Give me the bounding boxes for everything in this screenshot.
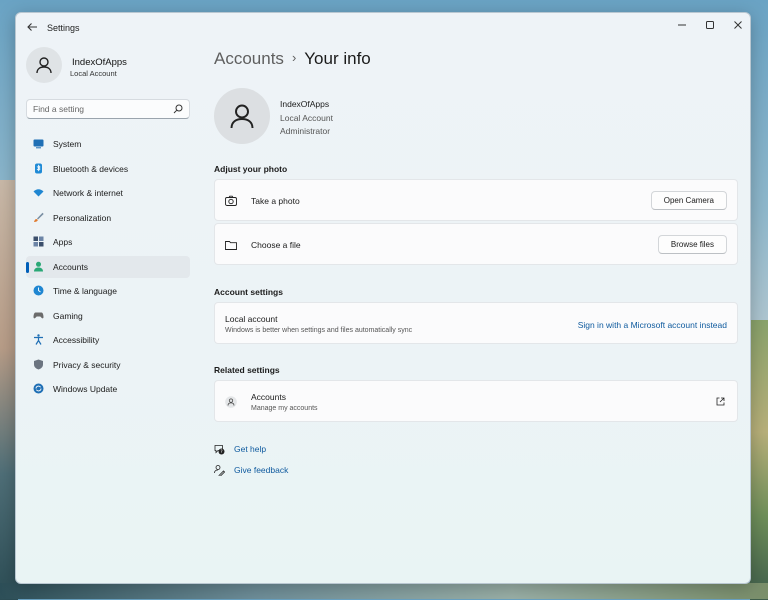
user-role: Administrator	[280, 126, 331, 136]
open-external-icon[interactable]	[716, 397, 725, 406]
sidebar-item-privacy-security[interactable]: Privacy & security	[26, 354, 190, 376]
feedback-icon	[214, 465, 225, 476]
section-title-account-settings: Account settings	[214, 287, 283, 297]
sidebar-item-gaming[interactable]: Gaming	[26, 305, 190, 327]
person-icon	[230, 104, 254, 129]
related-accounts-description: Manage my accounts	[251, 405, 318, 412]
get-help-label: Get help	[234, 444, 267, 454]
sidebar-nav: System Bluetooth & devices Network & int…	[26, 133, 190, 403]
app-title: Settings	[47, 23, 80, 33]
sidebar-item-apps[interactable]: Apps	[26, 231, 190, 253]
sidebar-item-time-language[interactable]: Time & language	[26, 280, 190, 302]
update-icon	[33, 383, 44, 394]
settings-window: Settings IndexOfApps Local Account Syste…	[15, 12, 751, 584]
sidebar-item-label: Windows Update	[53, 384, 118, 394]
user-name: IndexOfApps	[280, 99, 330, 109]
sidebar-item-label: Network & internet	[53, 188, 123, 198]
breadcrumb-parent[interactable]: Accounts	[214, 49, 284, 68]
bluetooth-icon	[35, 163, 42, 173]
open-camera-button[interactable]: Open Camera	[650, 191, 727, 210]
brush-icon	[34, 212, 44, 222]
accessibility-icon	[34, 334, 43, 345]
maximize-button[interactable]	[696, 17, 724, 37]
take-photo-label: Take a photo	[251, 196, 300, 206]
choose-file-row: Choose a file Browse files	[214, 223, 738, 265]
search-icon[interactable]	[173, 104, 183, 114]
person-icon	[34, 261, 43, 271]
sidebar-item-label: Apps	[53, 237, 73, 247]
sidebar-item-label: Time & language	[53, 286, 117, 296]
person-icon	[36, 57, 52, 74]
take-photo-row: Take a photo Open Camera	[214, 179, 738, 221]
give-feedback-label: Give feedback	[234, 465, 289, 475]
title-bar: Settings	[16, 13, 750, 43]
back-button[interactable]	[24, 21, 40, 35]
browse-files-button[interactable]: Browse files	[657, 235, 727, 254]
sidebar-item-label: Privacy & security	[53, 359, 121, 370]
user-avatar	[214, 88, 270, 144]
section-title-related-settings: Related settings	[214, 365, 280, 375]
apps-icon	[33, 236, 44, 247]
section-title-adjust-photo: Adjust your photo	[214, 164, 288, 174]
sign-in-microsoft-link[interactable]: Sign in with a Microsoft account instead	[578, 320, 727, 330]
search-box[interactable]	[26, 99, 190, 119]
minimize-icon	[678, 24, 686, 26]
sidebar-item-label: Gaming	[53, 310, 83, 321]
sidebar-item-label: System	[53, 139, 82, 149]
close-icon	[734, 21, 742, 29]
sidebar-item-personalization[interactable]: Personalization	[26, 207, 190, 229]
folder-icon	[225, 241, 237, 250]
desktop-wallpaper-right	[750, 320, 768, 600]
arrow-left-icon	[27, 23, 37, 31]
sidebar-item-accounts[interactable]: Accounts	[26, 255, 190, 278]
close-button[interactable]	[724, 17, 750, 37]
local-account-row: Local account Windows is better when set…	[214, 302, 738, 344]
maximize-icon	[706, 21, 714, 29]
sidebar-item-label: Bluetooth & devices	[53, 163, 129, 174]
local-account-label: Local account	[225, 314, 278, 324]
page-title: Your info	[304, 49, 371, 68]
chevron-right-icon: ›	[291, 50, 297, 65]
sidebar-item-network-internet[interactable]: Network & internet	[26, 182, 190, 204]
wifi-icon	[33, 189, 44, 197]
desktop-wallpaper-bottom	[0, 583, 768, 599]
sidebar-item-windows-update[interactable]: Windows Update	[26, 378, 190, 400]
gamepad-icon	[33, 312, 44, 318]
profile-account-type: Local Account	[70, 69, 117, 78]
sidebar-item-system[interactable]: System	[26, 133, 190, 155]
globe-clock-icon	[33, 285, 44, 296]
sidebar-item-label: Accounts	[53, 261, 88, 272]
shield-icon	[34, 359, 43, 369]
related-accounts-row[interactable]: Accounts Manage my accounts	[214, 380, 738, 422]
sidebar-item-accessibility[interactable]: Accessibility	[26, 329, 190, 351]
local-account-description: Windows is better when settings and file…	[225, 327, 413, 334]
breadcrumb: Accounts › Your info	[214, 49, 371, 69]
sidebar-item-label: Accessibility	[53, 335, 100, 345]
minimize-button[interactable]	[668, 17, 696, 37]
sidebar-item-bluetooth-devices[interactable]: Bluetooth & devices	[26, 158, 190, 180]
help-icon: ?	[214, 445, 225, 455]
related-accounts-label: Accounts	[251, 392, 286, 402]
avatar[interactable]	[26, 47, 62, 83]
person-icon	[225, 396, 237, 408]
profile-name: IndexOfApps	[72, 57, 127, 68]
search-input[interactable]	[33, 102, 171, 116]
sidebar-item-label: Personalization	[53, 212, 112, 223]
selection-indicator	[26, 261, 29, 273]
camera-icon	[225, 195, 237, 206]
monitor-icon	[33, 139, 44, 149]
user-account-type: Local Account	[280, 113, 333, 123]
choose-file-label: Choose a file	[251, 240, 301, 250]
